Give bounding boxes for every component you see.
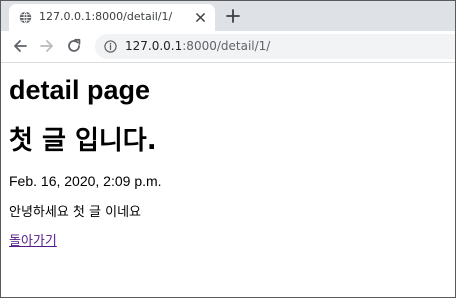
- url-host: 127.0.0.1: [125, 39, 183, 53]
- plus-icon[interactable]: [225, 8, 241, 24]
- reload-icon[interactable]: [66, 38, 82, 54]
- arrow-right-icon[interactable]: [39, 38, 55, 54]
- info-icon[interactable]: [104, 40, 117, 53]
- post-date: Feb. 16, 2020, 2:09 p.m.: [9, 173, 162, 189]
- close-icon[interactable]: [195, 12, 206, 23]
- address-bar[interactable]: 127.0.0.1:8000/detail/1/: [95, 34, 455, 59]
- browser-tab[interactable]: 127.0.0.1:8000/detail/1/: [9, 4, 215, 31]
- page-content: detail page 첫 글 입니다. Feb. 16, 2020, 2:09…: [9, 63, 449, 250]
- post-body: 안녕하세요 첫 글 이네요: [9, 205, 141, 220]
- globe-icon: [19, 11, 32, 24]
- browser-window: 127.0.0.1:8000/detail/1/ 127.0.0.1:8000/…: [0, 0, 456, 298]
- tab-strip: 127.0.0.1:8000/detail/1/: [1, 1, 455, 31]
- post-title: 첫 글 입니다.: [9, 126, 157, 156]
- back-link[interactable]: 돌아가기: [9, 233, 57, 250]
- address-url: 127.0.0.1:8000/detail/1/: [125, 39, 270, 54]
- url-path: :8000/detail/1/: [182, 39, 271, 53]
- tab-title: 127.0.0.1:8000/detail/1/: [39, 10, 173, 23]
- arrow-left-icon[interactable]: [12, 38, 28, 54]
- browser-toolbar: 127.0.0.1:8000/detail/1/: [1, 31, 455, 63]
- page-heading: detail page: [9, 75, 151, 105]
